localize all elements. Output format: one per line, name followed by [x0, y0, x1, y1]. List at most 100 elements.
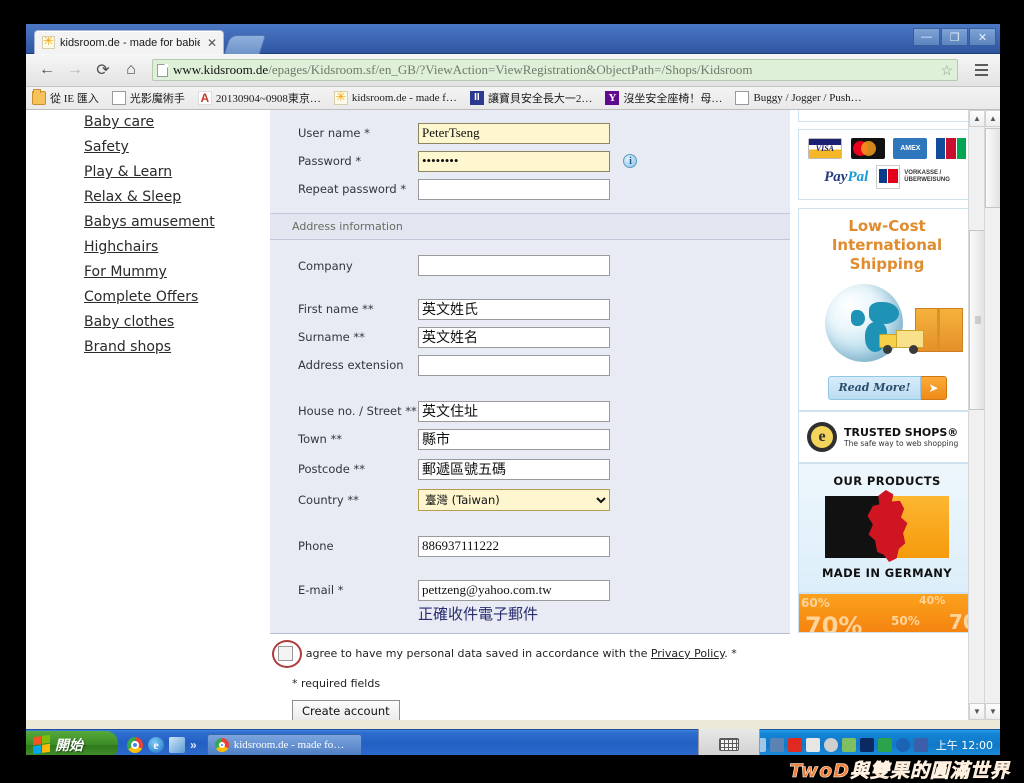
globe-truck-illustration	[805, 280, 969, 372]
bank-transfer-label: VORKASSE / ÜBERWEISUNG	[904, 170, 950, 184]
bookmark-item-3[interactable]: kidsroom.de - made f…	[333, 89, 457, 105]
close-icon[interactable]: ✕	[207, 37, 217, 49]
phone-label: Phone	[298, 539, 334, 553]
new-tab-button[interactable]	[223, 35, 267, 54]
bank-line-2: ÜBERWEISUNG	[904, 177, 950, 183]
payment-methods-box: VISA AMEX PayPal VORKASSE / ÜBERWEISUNG	[798, 129, 976, 200]
minimize-icon[interactable]: —	[913, 28, 940, 46]
repeat-password-field-wrap	[418, 178, 610, 200]
scroll-down-icon[interactable]: ▼	[985, 703, 1000, 720]
registration-form: User name * Password * i	[270, 110, 790, 720]
username-input[interactable]	[418, 122, 610, 144]
shipping-ad-banner[interactable]: Low-Cost International Shipping Read Mor…	[798, 208, 976, 411]
sidebar-item-baby-care[interactable]: Baby care	[84, 110, 264, 135]
consent-row: I agree to have my personal data saved i…	[270, 634, 790, 668]
country-select[interactable]: 臺灣 (Taiwan)	[418, 488, 610, 511]
sidebar-item-babys-amusement[interactable]: Babys amusement	[84, 210, 264, 235]
wireless-icon[interactable]	[895, 737, 910, 752]
inner-scrollbar-thumb[interactable]	[969, 230, 985, 410]
promo-text-a: 60%	[801, 596, 830, 610]
bookmark-label: 光影魔術手	[129, 93, 185, 105]
safely-remove-icon[interactable]	[841, 737, 856, 752]
antivirus-icon[interactable]	[787, 737, 802, 752]
address-bar[interactable]: www.kidsroom.de/epages/Kidsroom.sf/en_GB…	[152, 59, 958, 81]
phone-input[interactable]	[418, 535, 610, 557]
scroll-up-icon[interactable]: ▲	[985, 110, 1000, 127]
chrome-icon[interactable]	[127, 736, 143, 753]
first-name-input[interactable]	[418, 298, 610, 320]
taskbar-item-kidsroom[interactable]: kidsroom.de - made fo…	[206, 733, 362, 756]
scroll-up-icon[interactable]: ▲	[969, 110, 985, 127]
bookmark-item-4[interactable]: II 讓寶貝安全長大一2…	[469, 90, 592, 106]
read-more-label: Read More!	[827, 376, 922, 400]
bookmark-item-0[interactable]: 從 IE 匯入	[32, 89, 99, 106]
monitor-icon[interactable]	[913, 737, 928, 752]
town-field-wrap	[418, 428, 610, 450]
chevron-right-icon[interactable]: »	[190, 738, 197, 752]
update-icon[interactable]	[877, 737, 892, 752]
browser-scrollbar[interactable]: ▲ ▼	[984, 110, 1000, 720]
star-icon	[333, 89, 348, 105]
postcode-field-wrap	[418, 458, 610, 480]
sidebar-item-relax-sleep[interactable]: Relax & Sleep	[84, 185, 264, 210]
app-icon[interactable]	[169, 736, 185, 753]
house-street-input[interactable]	[418, 400, 610, 422]
ie-icon[interactable]	[148, 736, 164, 753]
bookmark-label: kidsroom.de - made f…	[351, 92, 457, 104]
network-disconnected-icon[interactable]	[769, 737, 784, 752]
home-icon[interactable]: ⌂	[118, 58, 144, 82]
amex-icon: AMEX	[893, 138, 928, 159]
sidebar-item-brand-shops[interactable]: Brand shops	[84, 335, 264, 360]
trusted-shops-subtitle: The safe way to web shopping	[844, 439, 959, 448]
address-extension-input[interactable]	[418, 354, 610, 376]
bluetooth-icon[interactable]	[859, 737, 874, 752]
browser-scrollbar-thumb[interactable]	[985, 128, 1000, 208]
privacy-policy-link[interactable]: Privacy Policy	[651, 647, 724, 660]
info-icon[interactable]: i	[623, 153, 638, 168]
town-input[interactable]	[418, 428, 610, 450]
maximize-icon[interactable]: ❐	[941, 28, 968, 46]
sidebar-item-highchairs[interactable]: Highchairs	[84, 235, 264, 260]
back-icon[interactable]: ←	[34, 58, 60, 82]
page-inner-scrollbar[interactable]: ▲ ▼	[968, 110, 985, 720]
bookmark-star-icon[interactable]: ☆	[940, 62, 953, 79]
postcode-input[interactable]	[418, 458, 610, 480]
sidebar-item-complete-offers[interactable]: Complete Offers	[84, 285, 264, 310]
sidebar-item-for-mummy[interactable]: For Mummy	[84, 260, 264, 285]
bookmark-item-1[interactable]: 光影魔術手	[111, 90, 185, 106]
torn-border-frame: kidsroom.de - made for babie ✕ — ❐ ✕ ← →…	[0, 0, 1024, 783]
field-row-postcode: Postcode **	[270, 453, 790, 485]
trusted-shops-badge[interactable]: TRUSTED SHOPS® The safe way to web shopp…	[798, 411, 976, 463]
clock[interactable]: 上午 12:00	[936, 737, 993, 753]
quick-launch-bar: »	[118, 736, 203, 753]
messenger-icon[interactable]	[805, 737, 820, 752]
bookmark-item-5[interactable]: Y 沒坐安全座椅！母…	[605, 90, 722, 106]
repeat-password-input[interactable]	[418, 178, 610, 200]
menu-icon[interactable]	[970, 58, 992, 82]
tab-kidsroom[interactable]: kidsroom.de - made for babie ✕	[34, 30, 225, 54]
bookmark-item-2[interactable]: A 20130904~0908東京…	[197, 90, 321, 106]
sidebar-item-baby-clothes[interactable]: Baby clothes	[84, 310, 264, 335]
create-account-button[interactable]: Create account	[292, 700, 400, 720]
sale-promo-banner[interactable]: 60% 70% 50% 70 40%	[798, 593, 976, 633]
password-input[interactable]	[418, 150, 610, 172]
email-input[interactable]	[418, 579, 610, 601]
close-icon[interactable]: ✕	[969, 28, 996, 46]
reload-icon[interactable]: ⟳	[90, 58, 116, 82]
forward-icon[interactable]: →	[62, 58, 88, 82]
watermark-strip: TwoD與雙果的圓滿世界	[0, 755, 1024, 783]
bookmark-item-6[interactable]: Buggy / Jogger / Push…	[735, 91, 862, 105]
browser-window: kidsroom.de - made for babie ✕ — ❐ ✕ ← →…	[26, 24, 1000, 720]
sidebar-item-play-learn[interactable]: Play & Learn	[84, 160, 264, 185]
surname-input[interactable]	[418, 326, 610, 348]
promo-text-b: 70%	[805, 612, 863, 633]
scroll-down-icon[interactable]: ▼	[969, 703, 985, 720]
consent-checkbox[interactable]	[278, 646, 293, 661]
phone-field-wrap	[418, 535, 610, 557]
disc-icon[interactable]	[823, 737, 838, 752]
read-more-button[interactable]: Read More! ➤	[805, 376, 969, 400]
company-input[interactable]	[418, 255, 610, 276]
sidebar-item-safety[interactable]: Safety	[84, 135, 264, 160]
consent-section: I agree to have my personal data saved i…	[270, 634, 790, 720]
company-label: Company	[298, 258, 353, 273]
